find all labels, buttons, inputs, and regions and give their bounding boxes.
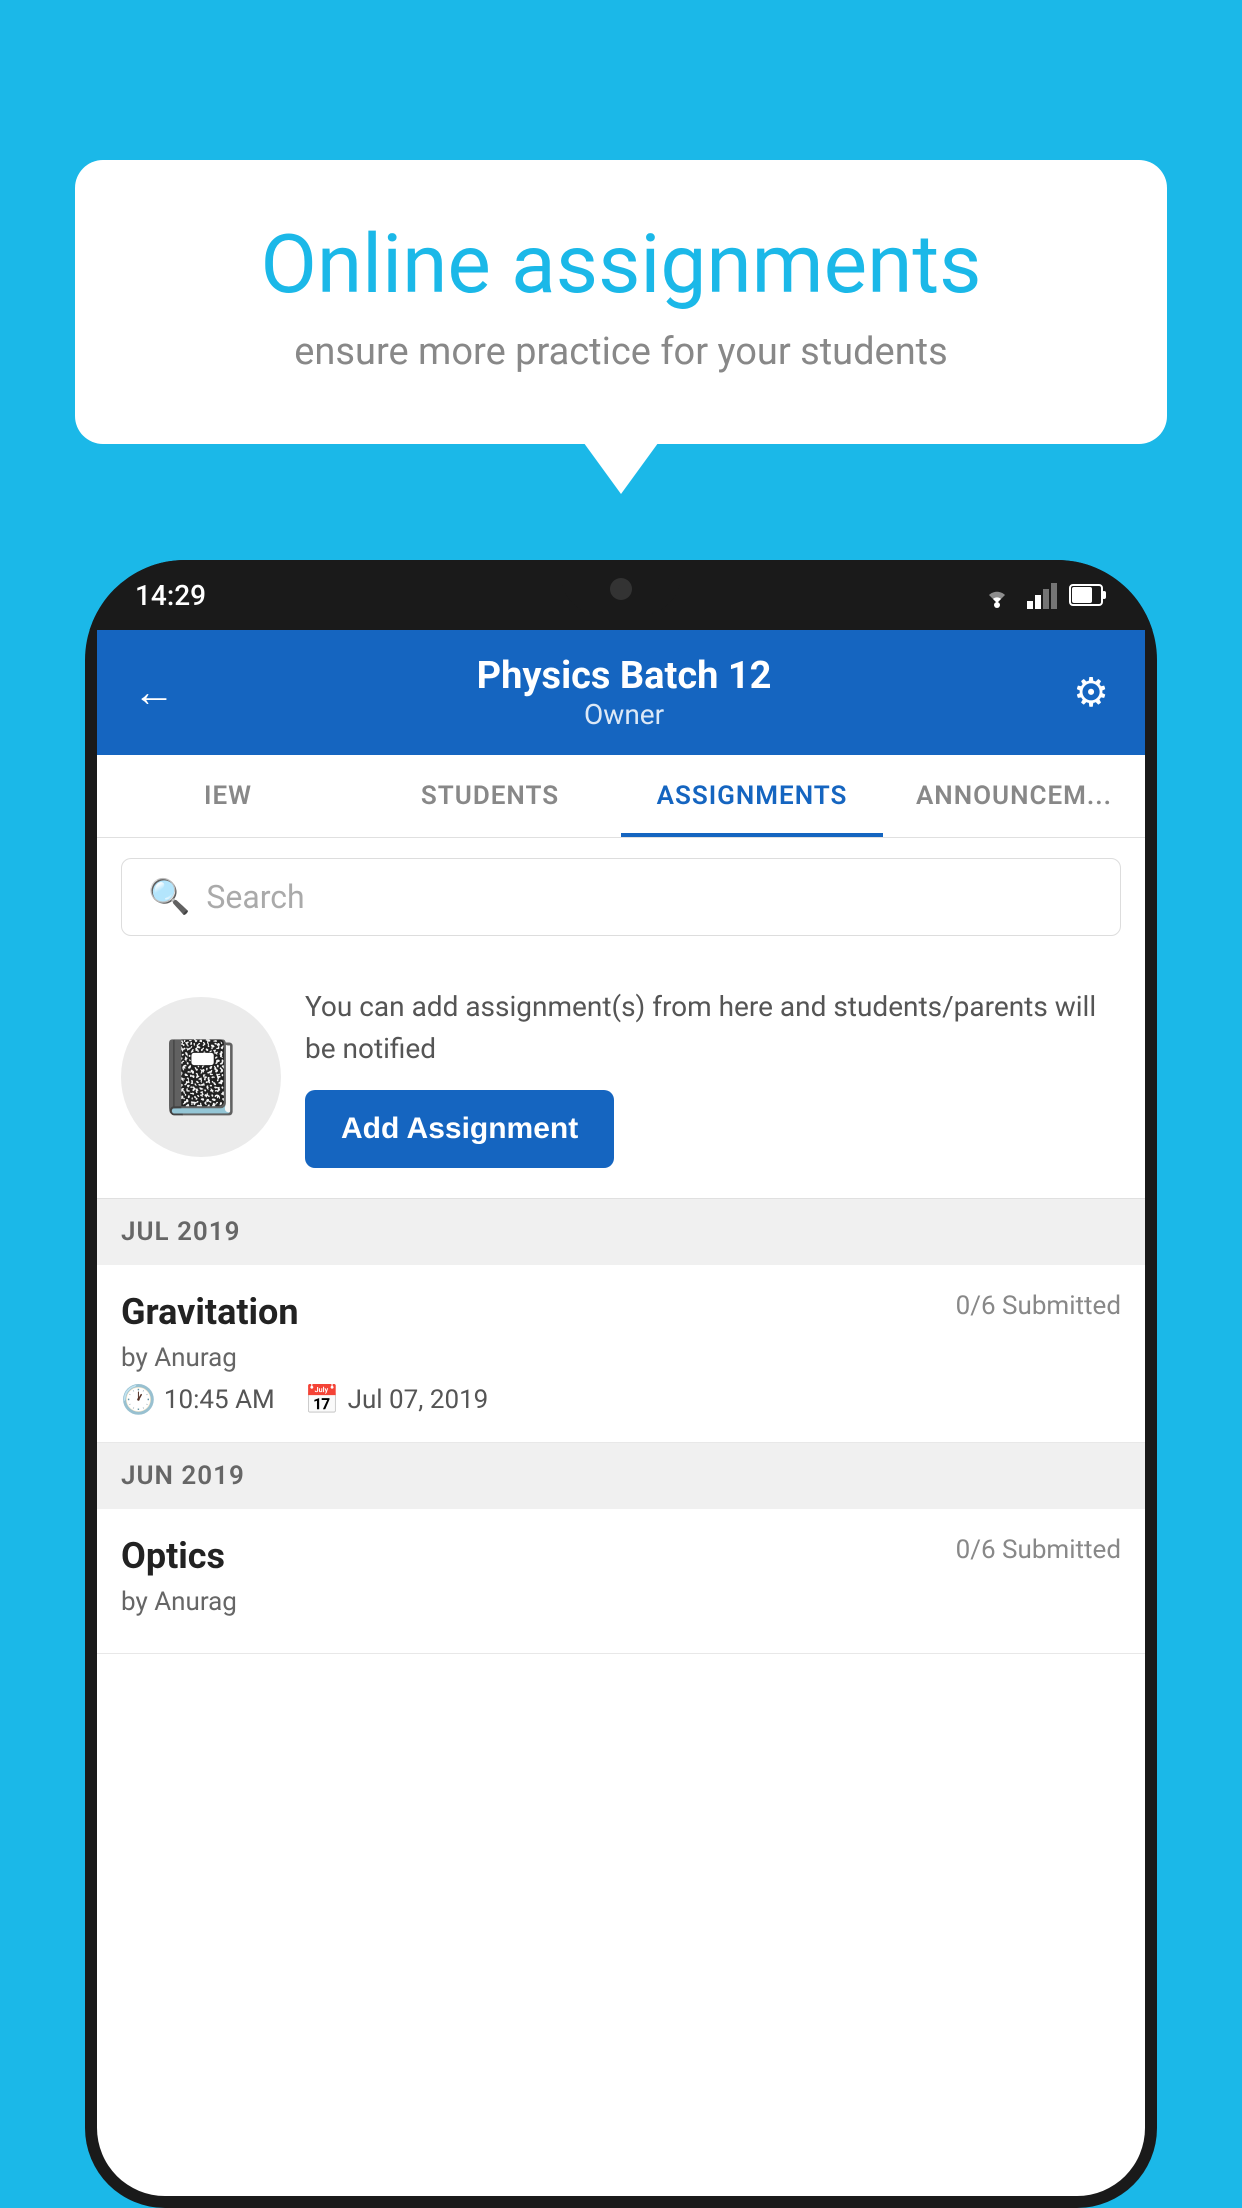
promo-section: 📓 You can add assignment(s) from here an… <box>97 956 1145 1199</box>
assignment-submitted-optics: 0/6 Submitted <box>956 1535 1121 1565</box>
header-title-block: Physics Batch 12 Owner <box>477 654 772 731</box>
add-assignment-button[interactable]: Add Assignment <box>305 1090 614 1168</box>
assignment-item-gravitation[interactable]: Gravitation 0/6 Submitted by Anurag 🕐 10… <box>97 1265 1145 1443</box>
assignment-submitted: 0/6 Submitted <box>956 1291 1121 1321</box>
clock-icon: 🕐 <box>121 1383 156 1416</box>
status-time: 14:29 <box>135 579 206 612</box>
assignment-by: by Anurag <box>121 1343 1121 1373</box>
meta-time: 🕐 10:45 AM <box>121 1383 275 1416</box>
header-title: Physics Batch 12 <box>477 654 772 698</box>
tab-assignments[interactable]: ASSIGNMENTS <box>621 755 883 837</box>
search-bar: 🔍 Search <box>97 838 1145 956</box>
search-icon: 🔍 <box>148 877 190 917</box>
promo-text-block: You can add assignment(s) from here and … <box>305 986 1121 1168</box>
app-header: ← Physics Batch 12 Owner ⚙ <box>97 630 1145 755</box>
assignment-item-top-optics: Optics 0/6 Submitted <box>121 1535 1121 1577</box>
tab-iew[interactable]: IEW <box>97 755 359 837</box>
speech-bubble: Online assignments ensure more practice … <box>75 160 1167 444</box>
battery-icon <box>1069 584 1107 606</box>
camera-dot <box>610 578 632 600</box>
notch <box>561 560 681 615</box>
tab-announcements[interactable]: ANNOUNCEM... <box>883 755 1145 837</box>
calendar-icon: 📅 <box>305 1383 340 1416</box>
assignment-time: 10:45 AM <box>164 1385 275 1415</box>
assignment-meta: 🕐 10:45 AM 📅 Jul 07, 2019 <box>121 1383 1121 1416</box>
header-subtitle: Owner <box>477 698 772 731</box>
phone-shell: 14:29 <box>85 560 1157 2208</box>
assignment-item-optics[interactable]: Optics 0/6 Submitted by Anurag <box>97 1509 1145 1654</box>
back-button[interactable]: ← <box>133 672 175 714</box>
notebook-icon: 📓 <box>156 1035 246 1120</box>
assignment-by-optics: by Anurag <box>121 1587 1121 1617</box>
section-header-jun: JUN 2019 <box>97 1443 1145 1509</box>
tabs-bar: IEW STUDENTS ASSIGNMENTS ANNOUNCEM... <box>97 755 1145 838</box>
assignment-date: Jul 07, 2019 <box>348 1385 489 1415</box>
app-screen: ← Physics Batch 12 Owner ⚙ IEW STUDENTS … <box>97 630 1145 2196</box>
wifi-icon <box>979 581 1015 609</box>
settings-icon[interactable]: ⚙ <box>1073 669 1109 716</box>
assignment-name-optics: Optics <box>121 1535 225 1577</box>
promo-icon-circle: 📓 <box>121 997 281 1157</box>
meta-date: 📅 Jul 07, 2019 <box>305 1383 489 1416</box>
promo-description: You can add assignment(s) from here and … <box>305 986 1121 1070</box>
assignment-item-top: Gravitation 0/6 Submitted <box>121 1291 1121 1333</box>
search-placeholder: Search <box>206 878 304 916</box>
section-header-jul: JUL 2019 <box>97 1199 1145 1265</box>
assignment-name: Gravitation <box>121 1291 299 1333</box>
speech-bubble-subtitle: ensure more practice for your students <box>145 330 1097 374</box>
search-input-container[interactable]: 🔍 Search <box>121 858 1121 936</box>
speech-bubble-title: Online assignments <box>145 220 1097 310</box>
status-icons <box>979 581 1107 609</box>
signal-icon <box>1027 581 1057 609</box>
status-bar: 14:29 <box>85 560 1157 630</box>
tab-students[interactable]: STUDENTS <box>359 755 621 837</box>
